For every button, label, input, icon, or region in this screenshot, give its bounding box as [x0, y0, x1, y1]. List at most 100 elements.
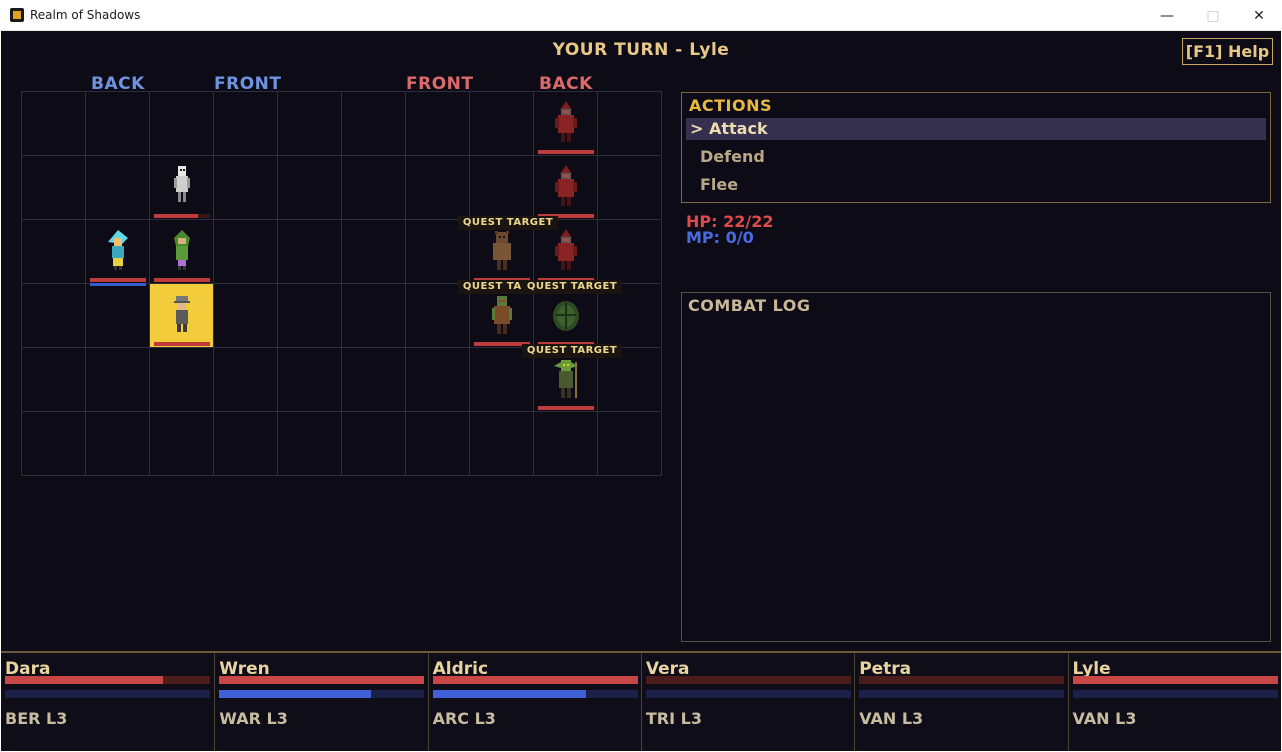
member-mp-bar	[432, 690, 638, 698]
grid-cell[interactable]	[278, 92, 342, 156]
party-member-card[interactable]: Lyle VAN L3	[1067, 653, 1281, 751]
member-hp-fill	[432, 676, 638, 684]
grid-cell[interactable]	[598, 220, 662, 284]
grid-cell[interactable]	[214, 220, 278, 284]
member-mp-bar	[645, 690, 851, 698]
grid-cell[interactable]	[470, 92, 534, 156]
skull-knight-sprite	[168, 164, 196, 208]
grid-cell[interactable]	[22, 412, 86, 476]
goblin-shaman-sprite	[552, 356, 580, 400]
grid-cell[interactable]	[86, 156, 150, 220]
unit-hp-fill	[538, 150, 594, 154]
grid-cell[interactable]	[598, 156, 662, 220]
ally-unit[interactable]	[150, 220, 214, 284]
party-member-card[interactable]: Petra VAN L3	[854, 653, 1067, 751]
grid-cell[interactable]	[214, 92, 278, 156]
enemy-unit[interactable]	[534, 220, 598, 284]
action-attack[interactable]: > Attack	[686, 118, 1266, 140]
party-member-card[interactable]: Wren WAR L3	[214, 653, 427, 751]
help-button[interactable]: [F1] Help	[1182, 38, 1273, 65]
grid-cell[interactable]	[342, 348, 406, 412]
grid-cell[interactable]	[278, 220, 342, 284]
red-cultist-sprite	[552, 164, 580, 208]
red-cultist-sprite	[552, 228, 580, 272]
member-hp-bar	[219, 676, 425, 684]
grid-cell[interactable]	[86, 348, 150, 412]
window-titlebar: Realm of Shadows — □ ✕	[0, 0, 1282, 31]
grid-cell[interactable]	[214, 284, 278, 348]
enemy-unit[interactable]	[534, 92, 598, 156]
grid-cell[interactable]	[150, 348, 214, 412]
member-mp-fill	[432, 690, 587, 698]
quest-target-tag: QUEST TARGET	[522, 280, 622, 294]
grid-cell[interactable]	[86, 412, 150, 476]
grid-cell[interactable]	[214, 412, 278, 476]
enemy-unit[interactable]	[534, 156, 598, 220]
member-class: TRI L3	[645, 709, 702, 728]
minimize-icon[interactable]: —	[1144, 0, 1190, 31]
unit-hp-fill	[154, 342, 210, 346]
window-title: Realm of Shadows	[30, 8, 141, 22]
member-class: VAN L3	[859, 709, 924, 728]
grid-cell[interactable]	[86, 92, 150, 156]
actions-title: ACTIONS	[689, 96, 773, 115]
ally-unit[interactable]	[86, 220, 150, 286]
grid-cell[interactable]	[342, 412, 406, 476]
ally-unit[interactable]	[150, 284, 214, 348]
action-defend[interactable]: Defend	[686, 146, 1266, 168]
enemy-unit[interactable]: QUEST TARGET	[522, 280, 622, 348]
party-member-card[interactable]: Dara BER L3	[1, 653, 214, 751]
cyan-mage-sprite	[104, 228, 132, 272]
grid-cell[interactable]	[406, 92, 470, 156]
member-mp-bar	[1072, 690, 1278, 698]
enemy-unit[interactable]: QUEST TARGET	[458, 216, 558, 284]
brown-orc-sprite	[488, 292, 516, 336]
turn-banner: YOUR TURN - Lyle	[552, 40, 730, 60]
member-hp-bar	[432, 676, 638, 684]
party-member-card[interactable]: Vera TRI L3	[640, 653, 854, 751]
maximize-icon[interactable]: □	[1190, 0, 1236, 31]
grid-cell[interactable]	[406, 348, 470, 412]
member-class: BER L3	[5, 709, 68, 728]
grid-cell[interactable]	[342, 92, 406, 156]
grid-cell[interactable]	[22, 156, 86, 220]
grid-cell[interactable]	[278, 156, 342, 220]
grid-cell[interactable]	[406, 412, 470, 476]
grid-cell[interactable]	[598, 92, 662, 156]
grid-cell[interactable]	[214, 348, 278, 412]
grid-cell[interactable]	[22, 92, 86, 156]
grid-cell[interactable]	[278, 348, 342, 412]
grid-cell[interactable]	[342, 220, 406, 284]
grid-cell[interactable]	[406, 156, 470, 220]
app-icon	[10, 8, 24, 22]
ally-unit[interactable]	[150, 156, 214, 220]
grid-cell[interactable]	[22, 348, 86, 412]
grid-cell[interactable]	[598, 412, 662, 476]
grid-cell[interactable]	[342, 284, 406, 348]
combat-log-title: COMBAT LOG	[688, 296, 811, 315]
grid-cell[interactable]	[278, 412, 342, 476]
member-mp-bar	[219, 690, 425, 698]
grid-cell[interactable]	[534, 412, 598, 476]
unit-hp-bar	[90, 278, 146, 282]
battle-grid: QUEST TARGET QUEST TARGET QUEST TARGET QUES…	[21, 91, 662, 476]
grid-cell[interactable]	[150, 412, 214, 476]
close-icon[interactable]: ✕	[1236, 0, 1282, 31]
action-flee[interactable]: Flee	[686, 174, 1266, 196]
grid-cell[interactable]	[22, 284, 86, 348]
party-member-card[interactable]: Aldric ARC L3	[427, 653, 641, 751]
grid-cell[interactable]	[214, 156, 278, 220]
unit-hp-fill	[154, 278, 210, 282]
grid-cell[interactable]	[278, 284, 342, 348]
enemy-unit[interactable]: QUEST TARGET	[522, 344, 622, 412]
grid-cell[interactable]	[22, 220, 86, 284]
grid-cell[interactable]	[150, 92, 214, 156]
unit-hp-bar	[154, 214, 210, 218]
grid-cell[interactable]	[86, 284, 150, 348]
grid-cell[interactable]	[342, 156, 406, 220]
grid-cell[interactable]	[470, 156, 534, 220]
game-canvas: YOUR TURN - Lyle [F1] Help BACK FRONT FR…	[1, 31, 1281, 751]
unit-mp-fill	[90, 283, 146, 286]
member-hp-bar	[859, 676, 1065, 684]
grid-cell[interactable]	[470, 412, 534, 476]
